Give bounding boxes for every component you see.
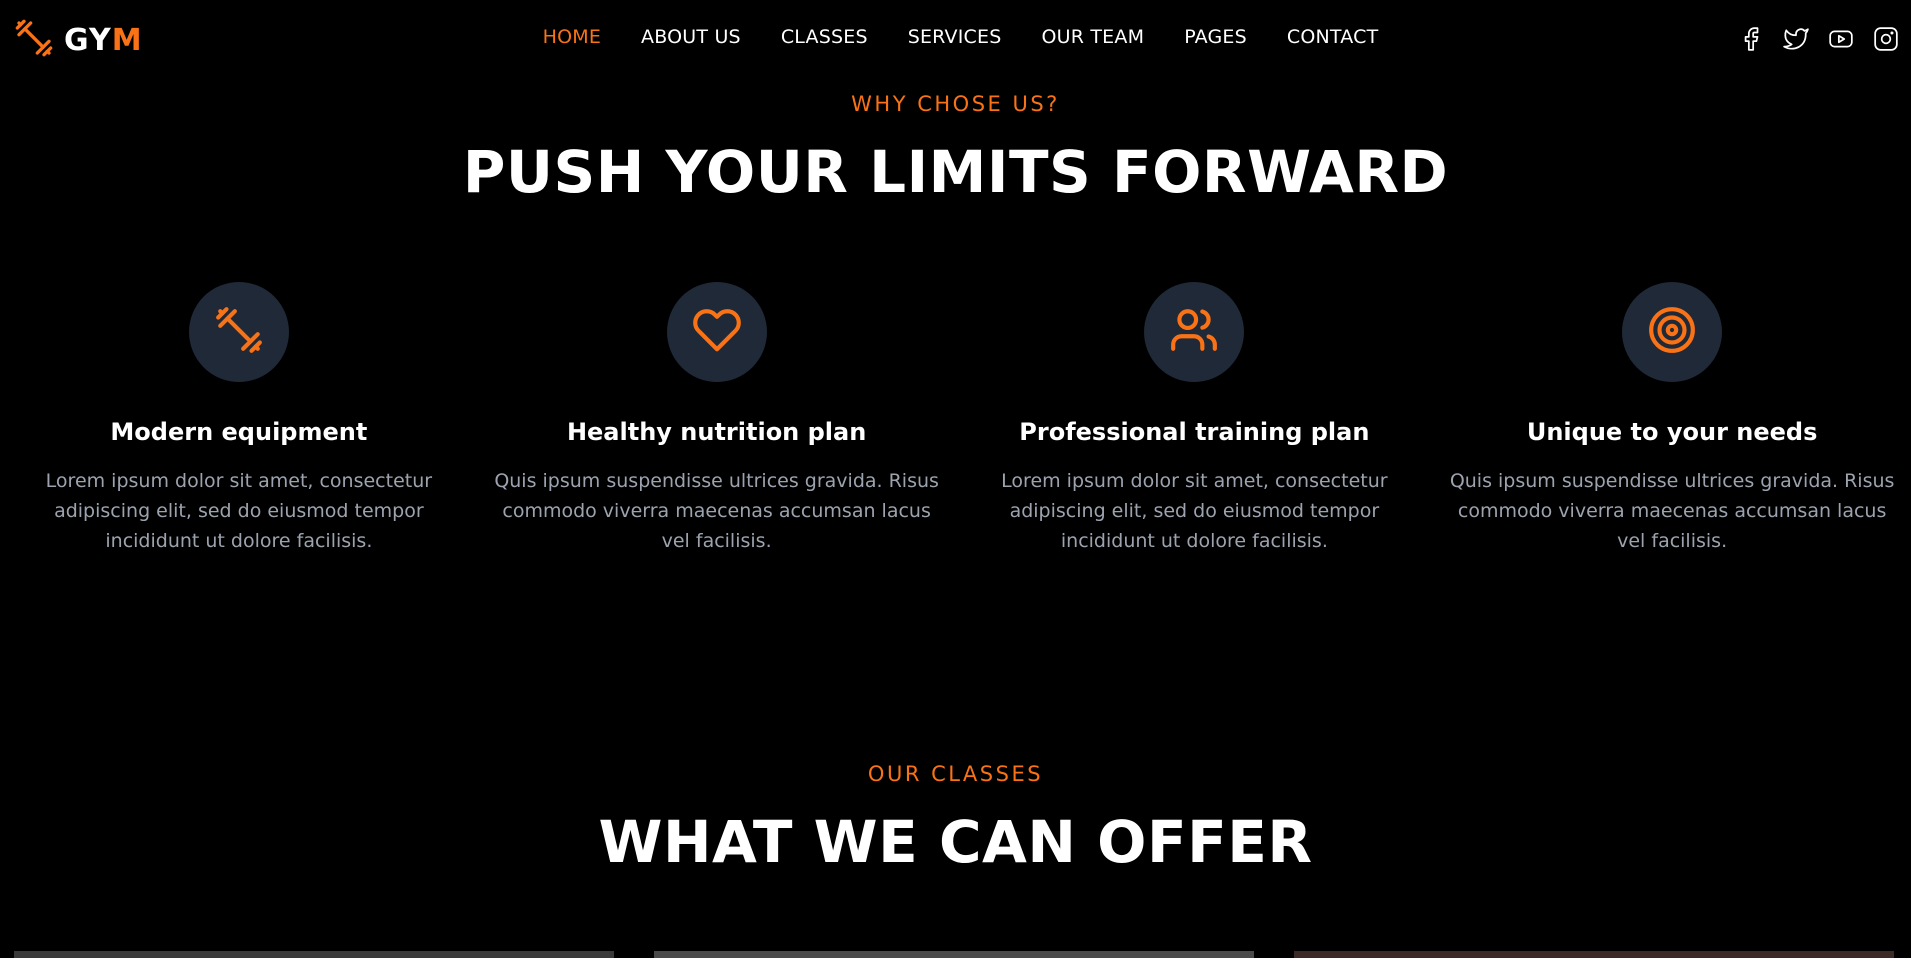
features-row: Modern equipment Lorem ipsum dolor sit a… — [0, 282, 1911, 556]
feature-description: Quis ipsum suspendisse ultrices gravida.… — [494, 470, 939, 552]
feature-description: Lorem ipsum dolor sit amet, consectetur … — [1001, 470, 1388, 552]
nav-our-team[interactable]: OUR TEAM — [1041, 26, 1144, 48]
feature-title: Modern equipment — [110, 418, 368, 446]
nav-pages[interactable]: PAGES — [1184, 26, 1247, 48]
class-card-image[interactable] — [14, 951, 614, 958]
feature-title: Healthy nutrition plan — [566, 418, 867, 446]
facebook-icon[interactable] — [1737, 25, 1764, 52]
nav-classes[interactable]: CLASSES — [781, 26, 868, 48]
feature-card: Unique to your needs Quis ipsum suspendi… — [1433, 282, 1911, 556]
instagram-icon[interactable] — [1872, 25, 1899, 52]
dumbbell-icon — [214, 305, 264, 359]
feature-card: Professional training plan Lorem ipsum d… — [956, 282, 1434, 556]
feature-icon-circle — [1622, 282, 1723, 382]
feature-title: Professional training plan — [1019, 418, 1370, 446]
classes-heading: WHAT WE CAN OFFER — [598, 808, 1313, 876]
social-links — [1737, 25, 1899, 52]
nav-services[interactable]: SERVICES — [908, 26, 1002, 48]
nav-home[interactable]: HOME — [543, 26, 601, 48]
feature-card: Healthy nutrition plan Quis ipsum suspen… — [478, 282, 956, 556]
class-card-image[interactable] — [654, 951, 1254, 958]
class-cards-row — [14, 951, 1894, 958]
main-nav: HOME ABOUT US CLASSES SERVICES OUR TEAM … — [0, 26, 1911, 48]
class-card-image[interactable] — [1294, 951, 1894, 958]
youtube-icon[interactable] — [1827, 25, 1854, 52]
feature-description: Quis ipsum suspendisse ultrices gravida.… — [1449, 470, 1895, 552]
nav-contact[interactable]: CONTACT — [1287, 26, 1379, 48]
twitter-icon[interactable] — [1782, 25, 1809, 52]
heart-icon — [692, 305, 742, 359]
feature-card: Modern equipment Lorem ipsum dolor sit a… — [0, 282, 478, 556]
feature-icon-circle — [666, 282, 767, 382]
nav-about-us[interactable]: ABOUT US — [641, 26, 741, 48]
target-icon — [1647, 305, 1697, 359]
feature-description: Lorem ipsum dolor sit amet, consectetur … — [45, 470, 433, 552]
classes-eyebrow: OUR CLASSES — [867, 762, 1044, 786]
why-eyebrow: WHY CHOSE US? — [851, 92, 1060, 116]
site-header: GYM HOME ABOUT US CLASSES SERVICES OUR T… — [0, 0, 1911, 78]
feature-title: Unique to your needs — [1526, 418, 1818, 446]
feature-icon-circle — [188, 282, 289, 382]
users-icon — [1169, 305, 1219, 359]
why-heading: PUSH YOUR LIMITS FORWARD — [462, 138, 1449, 206]
feature-icon-circle — [1144, 282, 1245, 382]
